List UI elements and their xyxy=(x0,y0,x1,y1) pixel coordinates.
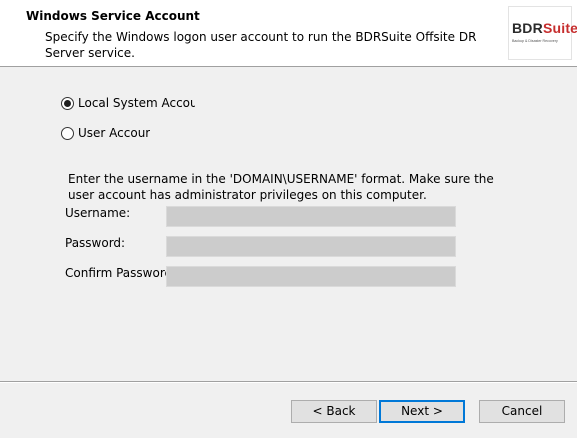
password-label: Password: xyxy=(65,236,126,250)
info-text: Enter the username in the 'DOMAIN\USERNA… xyxy=(68,172,494,202)
next-button[interactable]: Next > xyxy=(379,400,465,423)
back-button[interactable]: < Back xyxy=(291,400,377,423)
logo-text-bdr: BDR xyxy=(512,20,543,36)
radio-label-local-system: Local System Accour xyxy=(78,96,195,110)
bdrsuite-logo: BDRSuite Backup & Disaster Recovery xyxy=(508,6,577,60)
header-banner: Windows Service Account Specify the Wind… xyxy=(0,0,577,67)
confirm-password-input[interactable] xyxy=(166,266,456,287)
radio-button-checked[interactable] xyxy=(61,96,74,110)
logo-text: BDRSuite xyxy=(512,20,577,36)
confirm-password-label: Confirm Passworc xyxy=(65,266,167,280)
logo-tagline: Backup & Disaster Recovery xyxy=(512,39,558,43)
username-label: Username: xyxy=(65,206,131,220)
footer-separator xyxy=(0,381,577,383)
radio-local-system-account[interactable]: Local System Accour xyxy=(61,95,195,111)
page-title: Windows Service Account xyxy=(26,9,200,23)
radio-label-user-account: User Accour xyxy=(78,126,150,140)
cancel-button[interactable]: Cancel xyxy=(479,400,565,423)
radio-user-account[interactable]: User Accour xyxy=(61,125,150,141)
installer-window: Windows Service Account Specify the Wind… xyxy=(0,0,577,438)
page-subtitle: Specify the Windows logon user account t… xyxy=(45,30,477,60)
radio-button-unchecked[interactable] xyxy=(61,126,74,140)
username-input[interactable] xyxy=(166,206,456,227)
logo-text-suite: Suite xyxy=(542,20,577,36)
password-input[interactable] xyxy=(166,236,456,257)
